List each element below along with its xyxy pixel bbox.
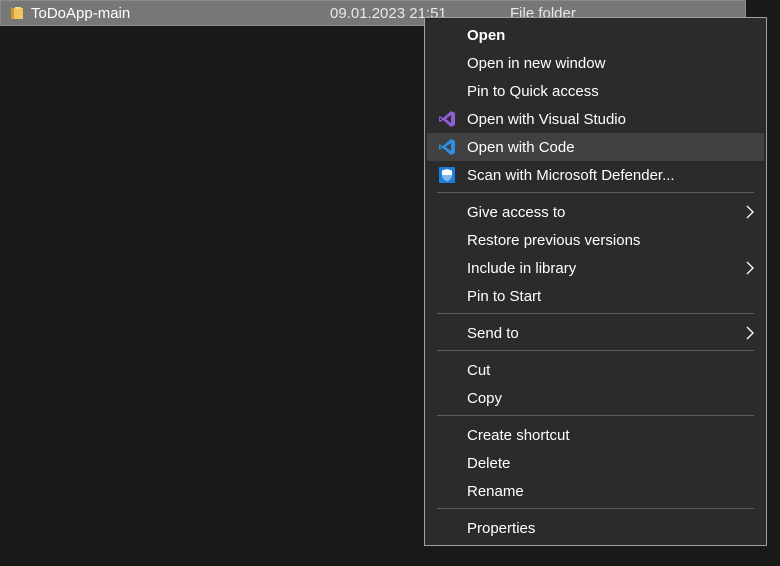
file-name: ToDoApp-main (31, 5, 131, 22)
menu-item-cut[interactable]: Cut (427, 356, 764, 384)
menu-item-delete[interactable]: Delete (427, 449, 764, 477)
menu-item-open-with-code[interactable]: Open with Code (427, 133, 764, 161)
menu-label: Pin to Quick access (467, 83, 599, 100)
menu-item-open-visual-studio[interactable]: Open with Visual Studio (427, 105, 764, 133)
menu-label: Properties (467, 520, 536, 537)
menu-item-open[interactable]: Open (427, 21, 764, 49)
menu-item-properties[interactable]: Properties (427, 514, 764, 542)
menu-label: Scan with Microsoft Defender... (467, 167, 675, 184)
menu-label: Include in library (467, 260, 577, 277)
chevron-right-icon (746, 326, 754, 340)
menu-item-restore-versions[interactable]: Restore previous versions (427, 226, 764, 254)
chevron-right-icon (746, 261, 754, 275)
menu-item-create-shortcut[interactable]: Create shortcut (427, 421, 764, 449)
defender-shield-icon (439, 167, 455, 183)
menu-label: Open (467, 27, 506, 44)
menu-label: Send to (467, 325, 519, 342)
menu-separator (437, 350, 754, 351)
menu-item-pin-quick-access[interactable]: Pin to Quick access (427, 77, 764, 105)
folder-icon (11, 7, 23, 19)
menu-item-scan-defender[interactable]: Scan with Microsoft Defender... (427, 161, 764, 189)
menu-label: Open in new window (467, 55, 606, 72)
menu-label: Restore previous versions (467, 232, 641, 249)
menu-item-rename[interactable]: Rename (427, 477, 764, 505)
menu-item-pin-start[interactable]: Pin to Start (427, 282, 764, 310)
menu-label: Open with Code (467, 139, 575, 156)
menu-item-copy[interactable]: Copy (427, 384, 764, 412)
menu-separator (437, 508, 754, 509)
chevron-right-icon (746, 205, 754, 219)
menu-label: Copy (467, 390, 503, 407)
menu-item-send-to[interactable]: Send to (427, 319, 764, 347)
menu-item-give-access[interactable]: Give access to (427, 198, 764, 226)
menu-separator (437, 415, 754, 416)
menu-label: Rename (467, 483, 524, 500)
menu-separator (437, 313, 754, 314)
menu-item-open-new-window[interactable]: Open in new window (427, 49, 764, 77)
menu-item-include-library[interactable]: Include in library (427, 254, 764, 282)
menu-separator (437, 192, 754, 193)
menu-label: Cut (467, 362, 491, 379)
vscode-icon (439, 139, 455, 155)
visual-studio-icon (439, 111, 455, 127)
menu-label: Give access to (467, 204, 566, 221)
menu-label: Open with Visual Studio (467, 111, 626, 128)
context-menu: Open Open in new window Pin to Quick acc… (424, 17, 767, 546)
menu-label: Delete (467, 455, 511, 472)
file-explorer: ToDoApp-main 09.01.2023 21:51 File folde… (0, 0, 780, 566)
menu-label: Create shortcut (467, 427, 570, 444)
menu-label: Pin to Start (467, 288, 542, 305)
